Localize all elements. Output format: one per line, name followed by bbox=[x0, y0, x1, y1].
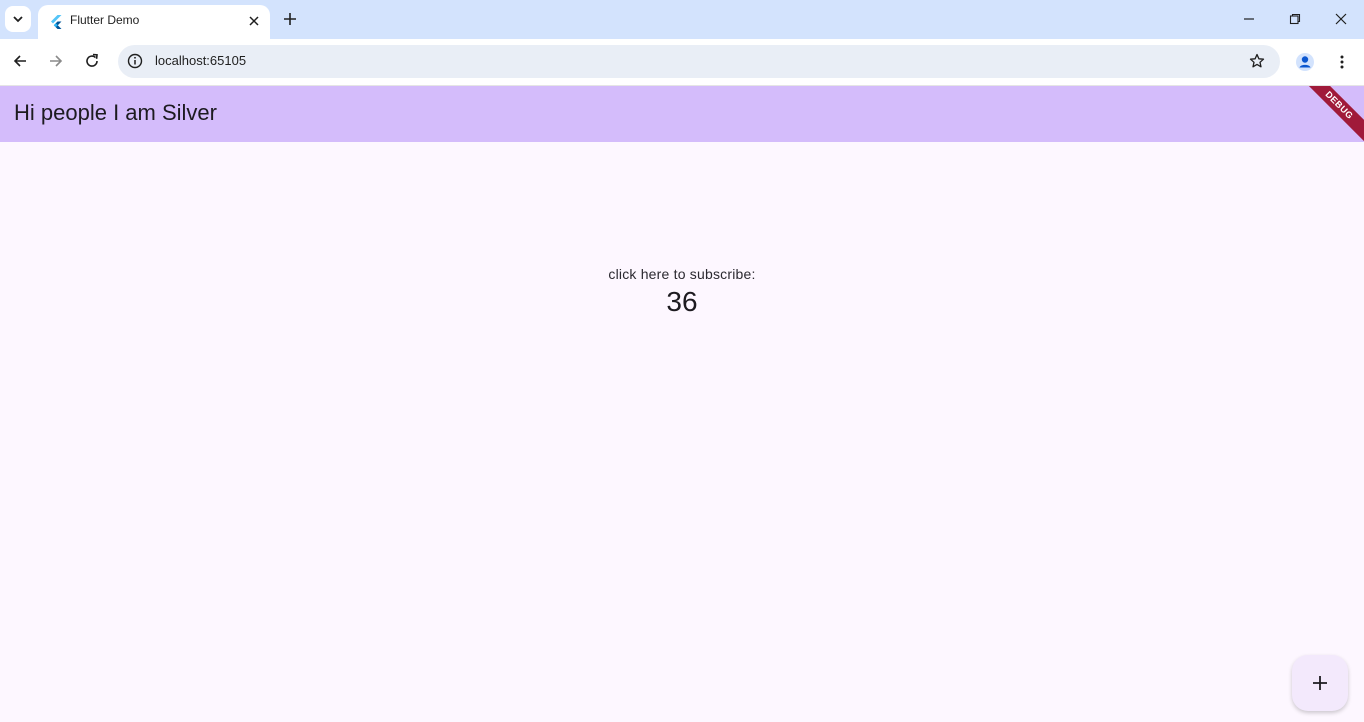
restore-button[interactable] bbox=[1282, 6, 1308, 32]
browser-menu-button[interactable] bbox=[1330, 50, 1354, 74]
add-icon bbox=[1313, 676, 1327, 690]
restore-icon bbox=[1289, 13, 1301, 25]
tab-flutter-demo[interactable]: Flutter Demo bbox=[38, 5, 270, 39]
counter-section: click here to subscribe: 36 bbox=[0, 266, 1364, 318]
site-info-button[interactable] bbox=[126, 52, 144, 70]
info-icon bbox=[127, 53, 143, 69]
tab-close-button[interactable] bbox=[246, 13, 262, 29]
back-button[interactable] bbox=[8, 49, 32, 73]
chevron-down-icon bbox=[13, 16, 23, 23]
profile-button[interactable] bbox=[1293, 50, 1317, 74]
app-bar: Hi people I am Silver DEBUG bbox=[0, 86, 1364, 142]
plus-icon bbox=[284, 13, 296, 25]
tab-search-button[interactable] bbox=[5, 6, 31, 32]
address-bar[interactable]: localhost:65105 bbox=[118, 45, 1280, 78]
forward-button[interactable] bbox=[44, 49, 68, 73]
minimize-icon bbox=[1244, 18, 1254, 20]
more-vert-icon bbox=[1340, 55, 1344, 69]
subscribe-label: click here to subscribe: bbox=[608, 266, 756, 282]
close-icon bbox=[249, 16, 259, 26]
avatar-icon bbox=[1296, 53, 1314, 71]
minimize-button[interactable] bbox=[1236, 6, 1262, 32]
app-bar-title: Hi people I am Silver bbox=[14, 100, 217, 125]
star-icon bbox=[1249, 53, 1265, 68]
debug-banner: DEBUG bbox=[1294, 86, 1364, 142]
url-text: localhost:65105 bbox=[155, 53, 247, 68]
flutter-logo-icon bbox=[51, 15, 62, 29]
arrow-left-icon bbox=[13, 55, 26, 67]
bookmark-button[interactable] bbox=[1248, 52, 1266, 70]
arrow-right-icon bbox=[50, 55, 63, 67]
reload-button[interactable] bbox=[80, 49, 104, 73]
close-window-button[interactable] bbox=[1328, 6, 1354, 32]
counter-value: 36 bbox=[666, 286, 698, 317]
new-tab-button[interactable] bbox=[278, 7, 302, 31]
tab-strip: Flutter Demo bbox=[0, 0, 1364, 39]
reload-icon bbox=[86, 53, 98, 67]
increment-fab-button[interactable] bbox=[1292, 655, 1348, 711]
browser-toolbar: localhost:65105 bbox=[0, 39, 1364, 86]
tab-title: Flutter Demo bbox=[70, 13, 140, 27]
close-icon bbox=[1335, 13, 1347, 25]
browser-window: Flutter Demo localhost:65105 Hi people I… bbox=[0, 0, 1364, 722]
app-body bbox=[0, 142, 1364, 722]
